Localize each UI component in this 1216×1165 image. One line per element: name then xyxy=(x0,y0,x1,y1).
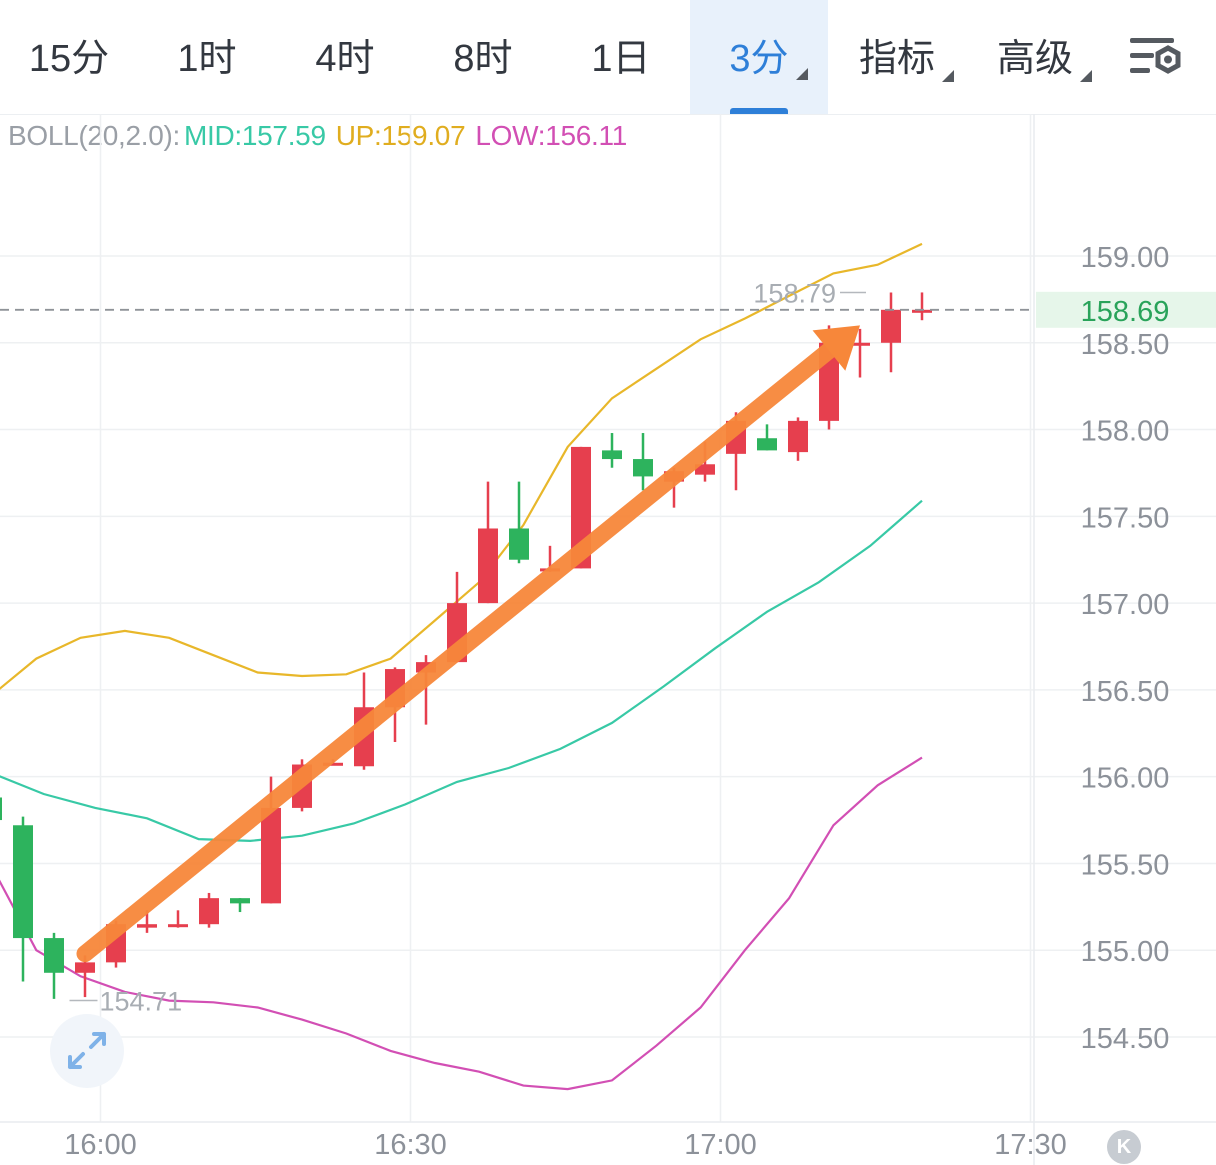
candle-up xyxy=(788,420,808,453)
tab-3m[interactable]: 3分 xyxy=(690,0,828,114)
boll-low-line xyxy=(0,756,923,1091)
x-tick-label: 17:30 xyxy=(994,1129,1067,1161)
expand-arrows-icon[interactable] xyxy=(50,1014,124,1088)
tab-advanced[interactable]: 高级 xyxy=(966,0,1104,114)
y-tick-label: 157.00 xyxy=(1081,589,1170,621)
tab-8h[interactable]: 8时 xyxy=(414,0,552,114)
y-tick-label: 158.50 xyxy=(1081,329,1170,361)
x-tick-label: 16:30 xyxy=(374,1129,447,1161)
tab-indicators-label: 指标 xyxy=(858,38,935,80)
tab-15m[interactable]: 15分 xyxy=(0,0,138,114)
tab-4h[interactable]: 4时 xyxy=(276,0,414,114)
candlestick-chart[interactable]: 159.00 158.50 158.00 157.50 157.00 156.50 156.… xyxy=(0,114,1216,1165)
candle-down xyxy=(757,438,777,451)
candle-down xyxy=(44,938,64,973)
candle-down xyxy=(602,450,622,460)
max-price-label: 158.79 xyxy=(753,278,836,308)
y-tick-label: 156.00 xyxy=(1081,763,1170,795)
settings-icon[interactable] xyxy=(1128,36,1188,84)
y-tick-label: 155.50 xyxy=(1081,849,1170,881)
k-badge-icon[interactable]: K xyxy=(1107,1130,1141,1164)
tab-advanced-label: 高级 xyxy=(996,38,1073,80)
x-tick-label: 16:00 xyxy=(64,1129,137,1161)
tab-1d[interactable]: 1日 xyxy=(552,0,690,114)
y-tick-label: 159.00 xyxy=(1081,242,1170,274)
candle-up xyxy=(881,309,901,343)
y-tick-label: 158.00 xyxy=(1081,416,1170,448)
candle-up xyxy=(261,807,281,904)
candle-down xyxy=(509,528,529,560)
candle-up xyxy=(478,528,498,604)
candle-down xyxy=(0,797,2,821)
timeframe-toolbar: 15分 1时 4时 8时 1日 3分 指标 高级 xyxy=(0,0,1216,115)
candle-up xyxy=(199,898,219,925)
candle-down xyxy=(230,898,250,904)
dropdown-corner-icon xyxy=(942,70,954,82)
min-price-label: 154.71 xyxy=(100,987,183,1017)
candle-down xyxy=(13,825,33,939)
tab-3m-label: 3分 xyxy=(729,38,789,80)
tab-1h[interactable]: 1时 xyxy=(138,0,276,114)
y-tick-label: 157.50 xyxy=(1081,502,1170,534)
dropdown-corner-icon xyxy=(1080,70,1092,82)
candle-up xyxy=(137,924,157,928)
boll-mid-line xyxy=(0,499,923,843)
candle-down xyxy=(633,459,653,477)
y-tick-label: 154.50 xyxy=(1081,1023,1170,1055)
current-price-label: 158.69 xyxy=(1081,296,1170,328)
y-tick-label: 156.50 xyxy=(1081,676,1170,708)
candle-up xyxy=(168,924,188,928)
x-tick-label: 17:00 xyxy=(684,1129,757,1161)
tab-indicators[interactable]: 指标 xyxy=(828,0,966,114)
dropdown-corner-icon xyxy=(796,68,808,80)
candle-up xyxy=(75,962,95,973)
y-tick-label: 155.00 xyxy=(1081,936,1170,968)
